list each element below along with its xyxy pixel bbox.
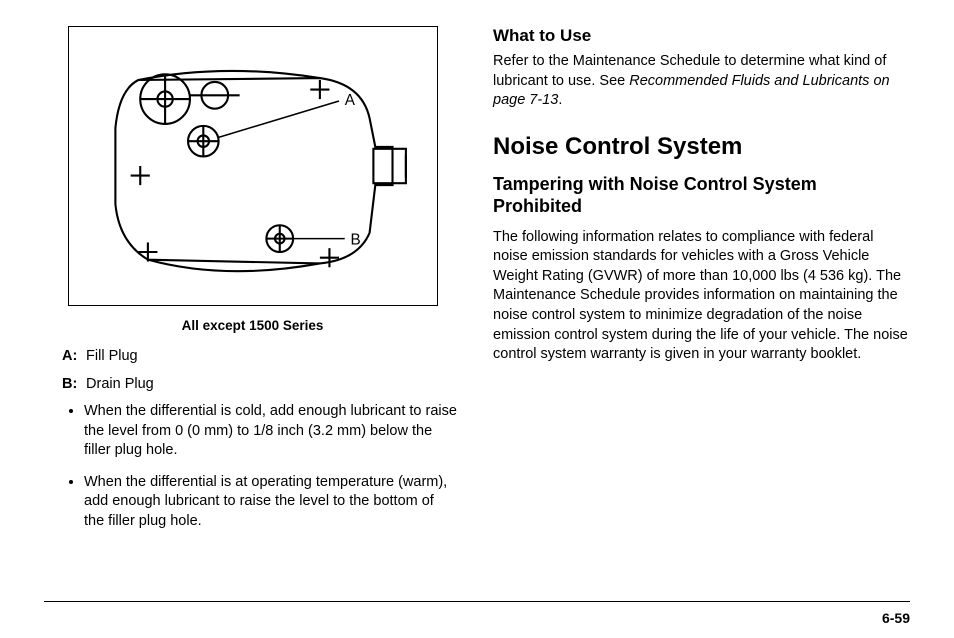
legend-key: B: (62, 375, 82, 395)
legend-label: Drain Plug (86, 376, 154, 392)
legend-label: Fill Plug (86, 348, 138, 364)
list-item: When the differential is cold, add enoug… (84, 402, 461, 461)
figure-label-a: A (344, 92, 355, 109)
page-number: 6-59 (882, 610, 910, 626)
differential-figure: A B (68, 26, 438, 306)
legend-item: B: Drain Plug (62, 375, 461, 395)
body-text: . (558, 92, 562, 108)
legend-item: A: Fill Plug (62, 347, 461, 367)
legend-key: A: (62, 347, 82, 367)
subsection-heading: Tampering with Noise Control System Proh… (493, 173, 910, 218)
subsection-body: The following information relates to com… (493, 228, 910, 365)
section-heading: Noise Control System (493, 133, 910, 161)
footer-rule (44, 601, 910, 602)
figure-caption: All except 1500 Series (44, 318, 461, 333)
legend-list: A: Fill Plug B: Drain Plug (62, 347, 461, 394)
what-to-use-heading: What to Use (493, 26, 910, 46)
what-to-use-body: Refer to the Maintenance Schedule to det… (493, 52, 910, 111)
differential-diagram-svg: A B (81, 39, 425, 293)
list-item: When the differential is at operating te… (84, 473, 461, 532)
instruction-list: When the differential is cold, add enoug… (84, 402, 461, 531)
figure-label-b: B (350, 231, 360, 248)
